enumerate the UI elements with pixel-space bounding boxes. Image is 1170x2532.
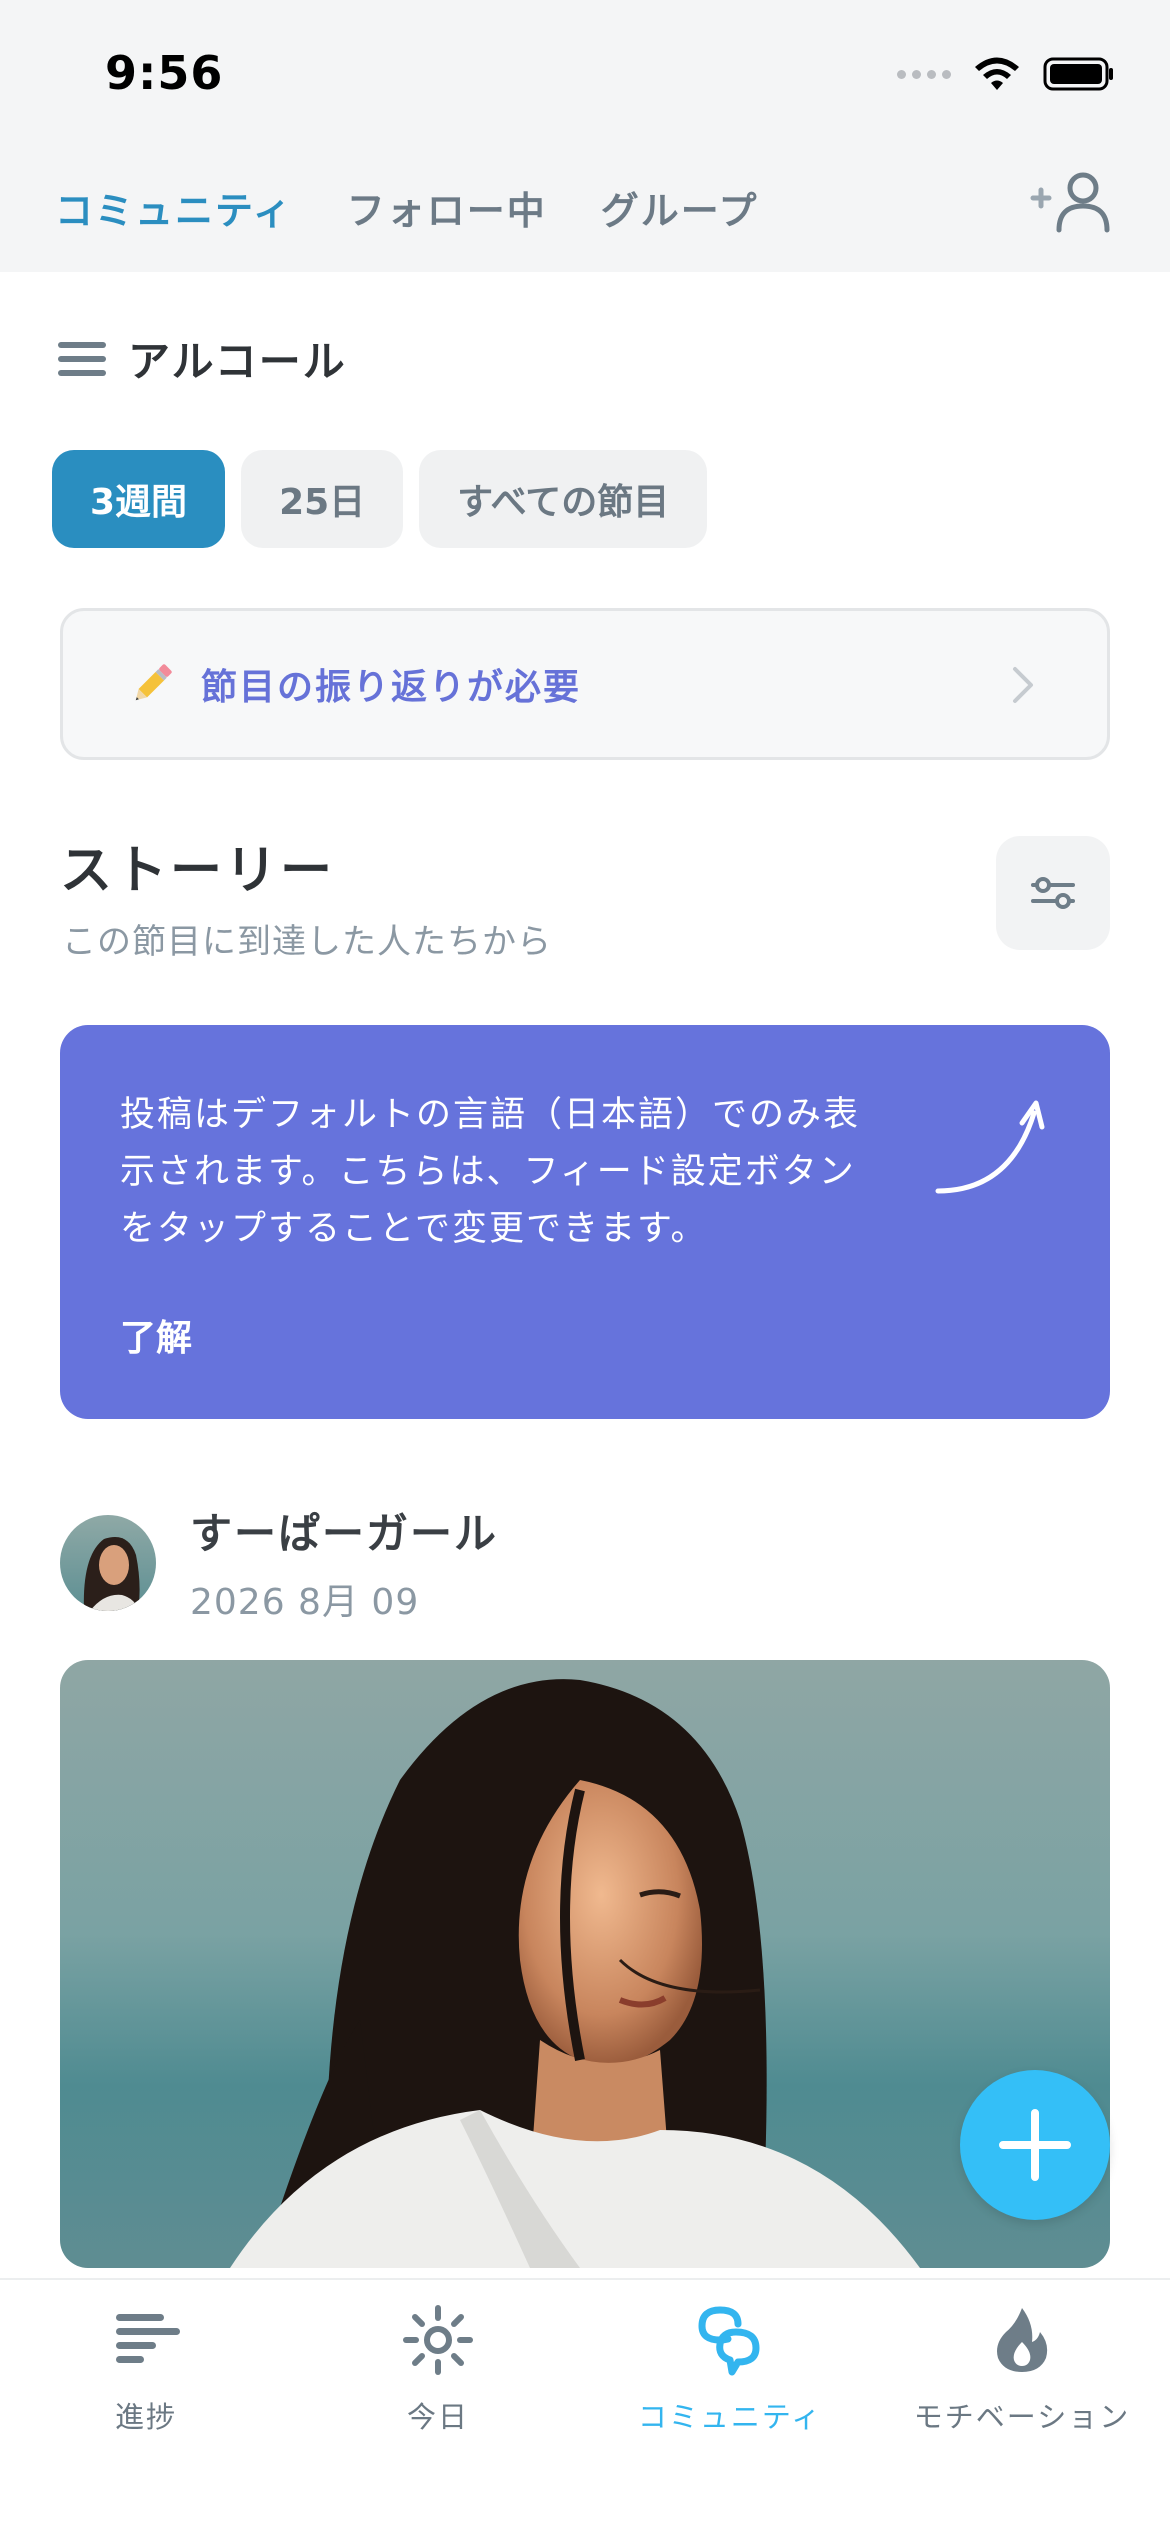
progress-icon	[116, 2314, 180, 2363]
hamburger-icon	[58, 341, 106, 376]
wifi-icon	[975, 57, 1019, 90]
feed-settings-button[interactable]	[996, 836, 1110, 950]
post-header: すーぱーガール 2026 8月 09	[60, 1500, 498, 1625]
chip-3-weeks[interactable]: 3週間	[52, 450, 226, 548]
add-person-icon	[1030, 172, 1110, 233]
milestone-filter-chips: 3週間 25日 すべての節目	[52, 450, 708, 548]
post-author-name[interactable]: すーぱーガール	[190, 1500, 498, 1561]
status-time: 9:56	[105, 46, 224, 100]
flame-icon	[997, 2308, 1048, 2372]
bottom-tab-label: モチベーション	[913, 2400, 1131, 2434]
category-title: アルコール	[128, 337, 347, 386]
bottom-tab-bar: 進捗 今日 コミュニティ モチベーション	[0, 2278, 1170, 2532]
review-card-text: 節目の振り返りが必要	[201, 667, 582, 708]
sun-icon	[403, 2305, 473, 2375]
stories-title: ストーリー	[60, 841, 336, 901]
language-info-card: 投稿はデフォルトの言語（日本語）でのみ表示されます。こちらは、フィード設定ボタン…	[60, 1025, 1110, 1419]
bottom-tab-label: コミュニティ	[637, 2400, 823, 2434]
top-bar: 9:56 コミュニティ フォロー中 グループ	[0, 0, 1170, 272]
feed-settings-icon	[1031, 877, 1075, 909]
stories-subtitle: この節目に到達した人たちから	[62, 922, 552, 962]
battery-icon	[1043, 57, 1113, 91]
post-image	[60, 1660, 1110, 2268]
got-it-button[interactable]: 了解	[120, 1309, 192, 1361]
community-icon	[698, 2306, 760, 2376]
addiction-category-selector[interactable]: アルコール	[58, 328, 347, 389]
add-friend-button[interactable]	[1025, 168, 1115, 238]
chip-25-days[interactable]: 25日	[241, 450, 404, 548]
tab-groups[interactable]: グループ	[601, 180, 759, 235]
milestone-review-card[interactable]: 節目の振り返りが必要	[60, 608, 1110, 760]
create-post-button[interactable]	[960, 2070, 1110, 2220]
curved-arrow-icon	[935, 1100, 1045, 1194]
bottom-tab-progress[interactable]: 進捗	[0, 2300, 292, 2436]
tab-following[interactable]: フォロー中	[347, 180, 547, 235]
plus-icon	[999, 2109, 1071, 2181]
bottom-tab-label: 進捗	[114, 2400, 177, 2434]
avatar-photo	[60, 1514, 156, 1611]
status-icons	[897, 52, 1115, 96]
bottom-tab-today[interactable]: 今日	[292, 2300, 584, 2436]
pencil-icon	[135, 664, 172, 701]
bottom-tab-motivation[interactable]: モチベーション	[876, 2300, 1168, 2436]
community-top-tabs: コミュニティ フォロー中 グループ	[55, 180, 758, 235]
cellular-signal-icon	[897, 69, 951, 79]
post-date: 2026 8月 09	[190, 1582, 420, 1623]
bottom-tab-community[interactable]: コミュニティ	[584, 2300, 876, 2436]
info-card-text: 投稿はデフォルトの言語（日本語）でのみ表示されます。こちらは、フィード設定ボタン…	[120, 1095, 861, 1249]
avatar[interactable]	[60, 1514, 156, 1611]
tab-community[interactable]: コミュニティ	[55, 180, 293, 235]
chip-all-milestones[interactable]: すべての節目	[419, 450, 708, 548]
chevron-right-icon	[1013, 667, 1033, 703]
post-photo[interactable]	[60, 1660, 1110, 2268]
bottom-tab-label: 今日	[406, 2400, 469, 2434]
